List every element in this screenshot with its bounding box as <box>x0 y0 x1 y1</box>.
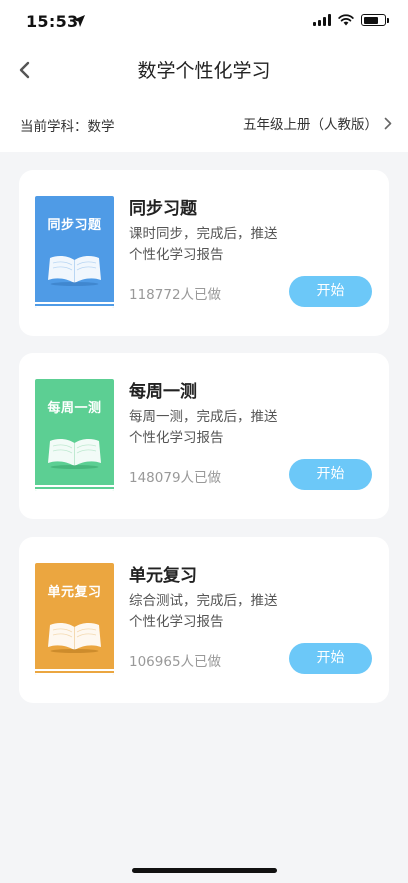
practice-card-weekly[interactable]: 每周一测 每周一测 每周一测，完成后，推送 个性化学习报告 148079人已做 … <box>19 353 389 519</box>
status-icons <box>313 14 389 26</box>
grade-selector[interactable]: 五年级上册（人教版） <box>243 113 392 133</box>
status-bar: 15:53 <box>0 0 408 44</box>
card-description-line: 个性化学习报告 <box>129 614 224 630</box>
book-cover: 同步习题 <box>35 196 114 308</box>
card-description-line: 综合测试，完成后，推送 <box>129 593 278 609</box>
participant-count: 148079人已做 <box>129 470 222 486</box>
page-title: 数学个性化学习 <box>137 60 271 82</box>
practice-card-unit-review[interactable]: 单元复习 单元复习 综合测试，完成后，推送 个性化学习报告 106965人已做 … <box>19 537 389 703</box>
card-title: 同步习题 <box>129 199 197 219</box>
header-area: 15:53 数学个性化学习 当前学科：数学 五年级上册（人教版） <box>0 0 408 152</box>
book-base-line <box>35 487 114 489</box>
book-cover-label: 单元复习 <box>47 585 102 600</box>
practice-card-sync[interactable]: 同步习题 同步习题 课时同步，完成后，推送 个性化学习报告 118772人已做 … <box>19 170 389 336</box>
start-button[interactable]: 开始 <box>289 459 372 490</box>
signal-icon <box>313 14 331 26</box>
card-description-line: 每周一测，完成后，推送 <box>129 409 278 425</box>
book-cover: 单元复习 <box>35 563 114 675</box>
nav-bar: 数学个性化学习 <box>0 44 408 96</box>
battery-icon <box>361 14 389 26</box>
home-indicator[interactable] <box>132 868 277 873</box>
participant-count: 106965人已做 <box>129 654 222 670</box>
card-description: 课时同步，完成后，推送 个性化学习报告 <box>129 224 329 266</box>
open-book-icon <box>48 438 101 469</box>
wifi-icon <box>338 14 354 26</box>
start-button[interactable]: 开始 <box>289 643 372 674</box>
open-book-icon <box>48 255 101 286</box>
book-base-line <box>35 671 114 673</box>
book-cover: 每周一测 <box>35 379 114 491</box>
card-description-line: 课时同步，完成后，推送 <box>129 226 278 242</box>
book-cover-label: 每周一测 <box>47 401 102 416</box>
status-time: 15:53 <box>26 12 79 31</box>
card-description-line: 个性化学习报告 <box>129 247 224 263</box>
card-description: 每周一测，完成后，推送 个性化学习报告 <box>129 407 329 449</box>
current-subject-label: 当前学科：数学 <box>20 119 115 135</box>
subject-row: 当前学科：数学 五年级上册（人教版） <box>0 108 408 140</box>
grade-text: 五年级上册（人教版） <box>243 117 378 133</box>
participant-count: 118772人已做 <box>129 287 222 303</box>
chevron-right-icon <box>384 117 392 129</box>
start-button[interactable]: 开始 <box>289 276 372 307</box>
card-title: 每周一测 <box>129 382 197 402</box>
open-book-icon <box>48 622 101 653</box>
book-base-line <box>35 304 114 306</box>
location-arrow-icon <box>73 15 85 27</box>
book-cover-label: 同步习题 <box>47 218 102 233</box>
card-description-line: 个性化学习报告 <box>129 430 224 446</box>
card-description: 综合测试，完成后，推送 个性化学习报告 <box>129 591 329 633</box>
card-title: 单元复习 <box>129 566 197 586</box>
